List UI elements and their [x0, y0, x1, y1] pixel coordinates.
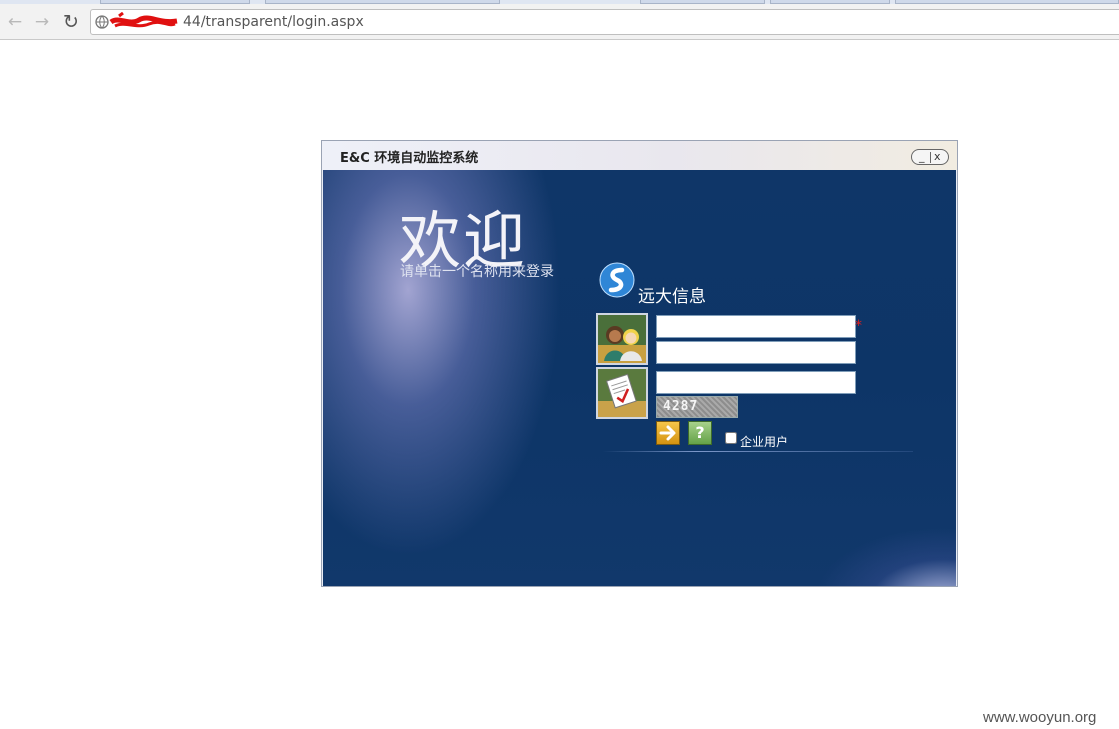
window-title: E&C 环境自动监控系统 — [340, 151, 479, 166]
minimize-button[interactable]: _ — [919, 149, 925, 165]
brand-name: 远大信息 — [638, 287, 706, 307]
enterprise-user-label: 企业用户 — [740, 435, 789, 449]
username-field[interactable] — [656, 315, 856, 338]
watermark: www.wooyun.org — [983, 709, 1097, 726]
control-separator — [930, 152, 931, 163]
login-instruction: 请单击一个名称用来登录 — [400, 264, 554, 280]
password-field[interactable] — [656, 341, 856, 364]
divider-line — [603, 451, 913, 452]
login-window: E&C 环境自动监控系统 _ x 欢迎 请单击一个名称用来登录 远大信息 * 4… — [321, 140, 958, 587]
forward-arrow-icon[interactable]: → — [31, 11, 53, 33]
redaction-mark — [109, 12, 178, 28]
document-check-icon — [598, 369, 646, 417]
login-panel: 欢迎 请单击一个名称用来登录 远大信息 * 4287 ? 企业用户 — [323, 170, 956, 586]
enterprise-user-checkbox[interactable] — [725, 432, 737, 444]
captcha-input[interactable] — [656, 371, 856, 394]
captcha-image[interactable]: 4287 — [656, 396, 738, 418]
window-titlebar: E&C 环境自动监控系统 _ x — [322, 141, 957, 170]
brand-logo-icon — [599, 262, 635, 298]
reload-icon[interactable]: ↻ — [60, 11, 82, 33]
page-icon — [95, 15, 109, 29]
required-mark: * — [855, 318, 862, 334]
password-avatar — [596, 367, 648, 419]
help-button[interactable]: ? — [688, 421, 712, 445]
captcha-code: 4287 — [663, 399, 699, 414]
close-button[interactable]: x — [934, 149, 941, 165]
user-avatar — [596, 313, 648, 365]
login-button[interactable] — [656, 421, 680, 445]
window-controls: _ x — [911, 149, 949, 165]
address-bar[interactable]: 44/transparent/login.aspx — [90, 9, 1119, 35]
browser-toolbar: ← → ↻ 44/transparent/login.aspx — [0, 4, 1119, 40]
back-arrow-icon[interactable]: ← — [4, 11, 26, 33]
users-icon — [598, 315, 646, 363]
url-text: 44/transparent/login.aspx — [183, 14, 364, 30]
arrow-right-icon — [659, 425, 676, 441]
